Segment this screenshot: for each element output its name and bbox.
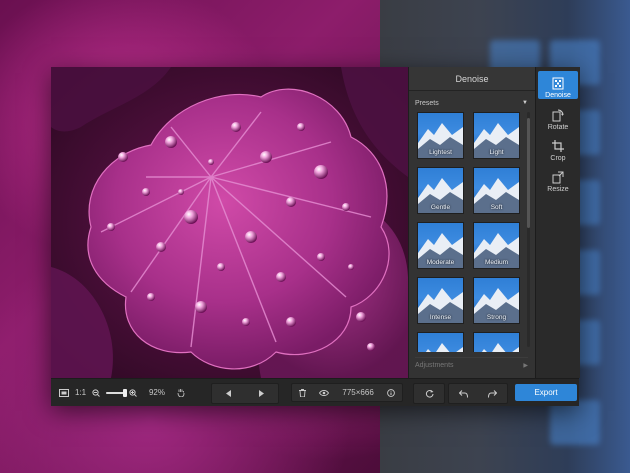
preset-label: Medium <box>484 259 509 266</box>
refresh-group <box>413 383 445 404</box>
tool-label: Rotate <box>547 124 569 131</box>
trash-icon[interactable] <box>299 388 306 397</box>
preset-label: Light <box>489 149 504 156</box>
info-icon[interactable] <box>387 388 395 397</box>
preset-label: Lightest <box>429 149 452 156</box>
preset-label: Strong <box>486 314 507 321</box>
preset-intense[interactable]: Intense <box>417 277 464 324</box>
preset-medium[interactable]: Medium <box>473 222 520 269</box>
tool-label: Denoise <box>545 92 571 99</box>
actual-size-button[interactable]: 1:1 <box>75 388 86 397</box>
zoom-slider[interactable] <box>106 388 128 397</box>
tool-denoise[interactable]: Denoise <box>538 71 578 99</box>
zoom-out-icon[interactable] <box>92 388 100 397</box>
preset-gentle[interactable]: Gentle <box>417 167 464 214</box>
tool-resize[interactable]: Resize <box>538 165 578 193</box>
compare-eye-icon[interactable] <box>319 389 330 396</box>
next-image-button[interactable] <box>258 390 265 397</box>
preset-10[interactable] <box>473 332 520 352</box>
denoise-panel: Denoise Presets ▼ Lightest Light Gentle … <box>408 67 535 378</box>
fit-screen-icon[interactable] <box>59 388 69 397</box>
scrollbar-thumb[interactable] <box>527 118 530 228</box>
preset-strong[interactable]: Strong <box>473 277 520 324</box>
tool-label: Crop <box>550 155 566 162</box>
chevron-right-icon: ▶ <box>523 362 528 369</box>
preset-moderate[interactable]: Moderate <box>417 222 464 269</box>
zoom-slider-handle[interactable] <box>123 388 128 397</box>
zoom-group: 1:1 92% <box>55 383 185 402</box>
tool-strip: Denoise Rotate Crop Resize <box>535 67 580 378</box>
presets-scrollbar[interactable] <box>527 112 530 347</box>
preset-label: Intense <box>429 314 452 321</box>
tool-crop[interactable]: Crop <box>538 134 578 162</box>
export-button[interactable]: Export <box>515 384 577 401</box>
editor-window: Denoise Presets ▼ Lightest Light Gentle … <box>51 67 580 406</box>
tool-rotate[interactable]: Rotate <box>538 103 578 131</box>
preset-light[interactable]: Light <box>473 112 520 159</box>
hand-tool-icon[interactable] <box>177 388 185 397</box>
preset-soft[interactable]: Soft <box>473 167 520 214</box>
crop-icon <box>552 140 564 152</box>
history-group <box>448 383 508 404</box>
chevron-down-icon[interactable]: ▼ <box>522 100 528 106</box>
previous-image-button[interactable] <box>225 390 232 397</box>
photo-canvas[interactable] <box>51 67 408 378</box>
undo-icon[interactable] <box>459 389 468 398</box>
rotate-icon <box>552 109 564 122</box>
preset-label: Moderate <box>426 259 455 266</box>
info-group: 775×666 <box>291 383 403 402</box>
presets-label: Presets <box>415 99 439 107</box>
refresh-icon[interactable] <box>425 389 434 398</box>
tool-label: Resize <box>547 186 569 193</box>
presets-header[interactable]: Presets ▼ <box>415 97 528 109</box>
preset-label: Gentle <box>430 204 451 211</box>
zoom-in-icon[interactable] <box>129 388 137 397</box>
preset-lightest[interactable]: Lightest <box>417 112 464 159</box>
preset-9[interactable] <box>417 332 464 352</box>
denoise-icon <box>552 77 564 90</box>
image-dimensions: 775×666 <box>342 388 374 397</box>
bottom-toolbar: 1:1 92% 775×666 Export <box>51 378 579 406</box>
adjustments-section[interactable]: Adjustments ▶ <box>415 357 528 372</box>
preset-label: Soft <box>490 204 503 211</box>
redo-icon[interactable] <box>488 389 497 398</box>
resize-icon <box>552 171 564 184</box>
zoom-percent: 92% <box>148 388 165 397</box>
preset-grid: Lightest Light Gentle Soft Moderate Medi… <box>417 112 525 352</box>
navigation-group <box>211 383 279 404</box>
mountain-thumbnail <box>481 343 519 352</box>
mountain-thumbnail <box>425 343 463 352</box>
panel-title: Denoise <box>409 67 535 91</box>
adjustments-label: Adjustments <box>415 361 454 369</box>
leaf-photo <box>51 67 408 378</box>
